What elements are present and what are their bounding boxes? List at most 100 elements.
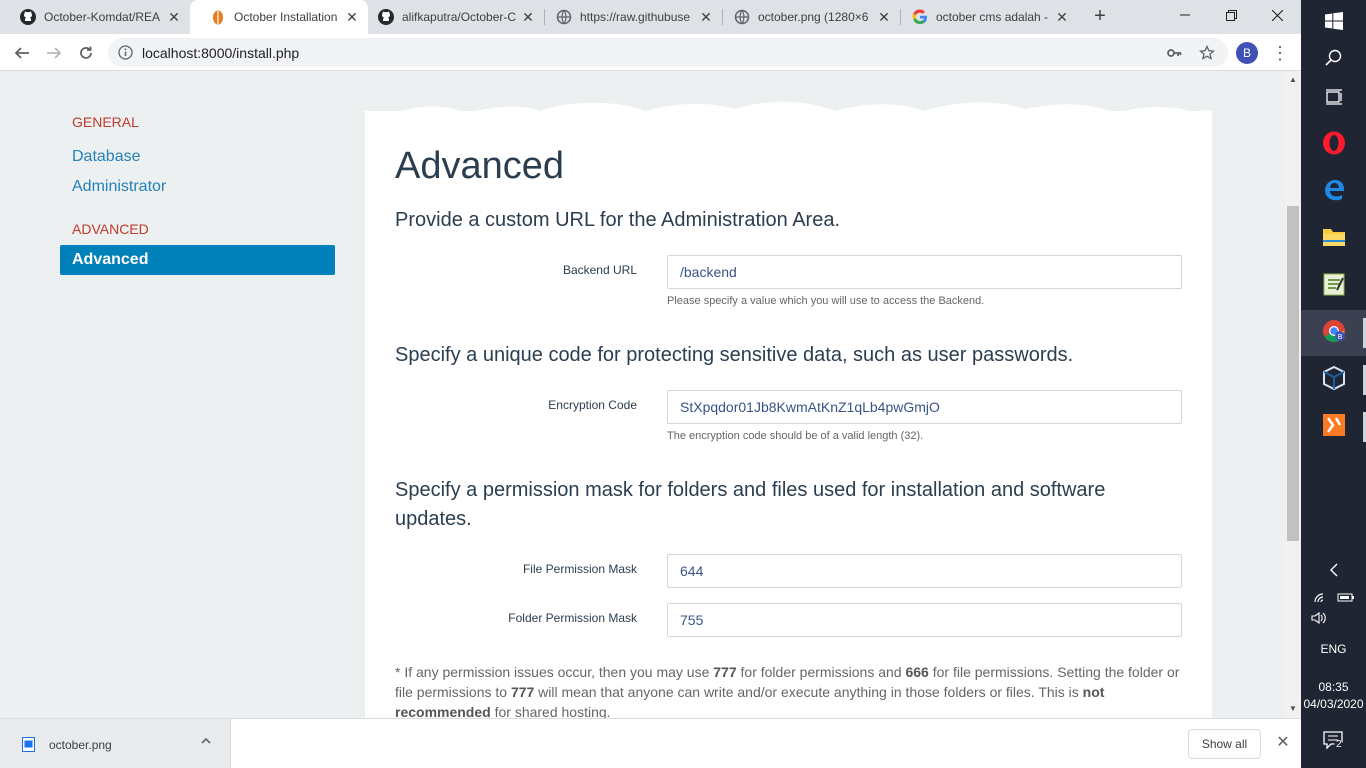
tab-title: October Installation — [234, 10, 338, 24]
taskbar-file-explorer[interactable] — [1301, 216, 1366, 262]
scroll-up-icon[interactable]: ▲ — [1288, 75, 1298, 85]
more-menu-icon[interactable]: ⋮ — [1270, 42, 1290, 64]
scroll-thumb[interactable] — [1287, 206, 1299, 541]
file-permission-label: File Permission Mask — [522, 562, 637, 576]
bookmark-star-icon[interactable] — [1198, 44, 1216, 62]
page-viewport: GENERAL Database Administrator ADVANCED … — [0, 71, 1285, 718]
minimize-button[interactable] — [1162, 0, 1208, 30]
key-icon[interactable] — [1165, 44, 1183, 62]
taskbar-chrome[interactable]: B — [1301, 310, 1366, 356]
browser-toolbar: localhost:8000/install.php B ⋮ — [0, 34, 1301, 71]
profile-avatar[interactable]: B — [1236, 42, 1258, 64]
backend-url-help: Please specify a value which you will us… — [667, 295, 985, 307]
tab-google-search[interactable]: october cms adalah - ✕ — [892, 0, 1078, 34]
file-permission-field[interactable]: 644 — [667, 554, 1182, 588]
taskbar-opera[interactable] — [1301, 122, 1366, 168]
encryption-code-field[interactable]: StXpqdor01Jb8KwmAtKnZ1qLb4pwGmjO — [667, 390, 1182, 424]
close-download-bar-icon[interactable]: ✕ — [1274, 734, 1292, 752]
close-window-button[interactable] — [1254, 0, 1300, 30]
sidebar-item-database[interactable]: Database — [72, 142, 335, 172]
volume-icon[interactable] — [1301, 611, 1366, 628]
tab-title: October-Komdat/REA — [44, 10, 161, 24]
show-hidden-icons-icon[interactable] — [1301, 563, 1366, 580]
close-tab-icon[interactable]: ✕ — [698, 9, 714, 25]
github-icon — [20, 9, 36, 25]
close-tab-icon[interactable]: ✕ — [520, 9, 536, 25]
taskbar-notepad[interactable] — [1301, 263, 1366, 309]
windows-logo-icon — [1324, 11, 1343, 35]
info-icon[interactable] — [118, 45, 133, 60]
sidebar-heading-advanced: ADVANCED — [72, 221, 149, 237]
tab-strip: October-Komdat/REA ✕ October Installatio… — [0, 0, 1301, 34]
close-tab-icon[interactable]: ✕ — [166, 9, 182, 25]
sidebar-item-advanced[interactable]: Advanced — [60, 245, 335, 275]
folder-permission-field[interactable]: 755 — [667, 603, 1182, 637]
installer-card: Advanced Provide a custom URL for the Ad… — [365, 111, 1212, 718]
tab-raw-githubusercontent[interactable]: https://raw.githubuse ✕ — [536, 0, 722, 34]
image-file-icon — [22, 737, 35, 752]
sidebar-item-administrator[interactable]: Administrator — [72, 172, 335, 202]
tab-title: october.png (1280×6 — [758, 10, 869, 24]
encryption-code-label: Encryption Code — [548, 398, 637, 412]
svg-text:B: B — [1337, 334, 1342, 341]
page-title: Advanced — [395, 145, 565, 187]
october-icon — [210, 9, 226, 25]
reload-button[interactable] — [73, 40, 99, 66]
notification-center[interactable]: 2 — [1301, 731, 1366, 754]
permission-note: * If any permission issues occur, then y… — [395, 664, 1180, 718]
tab-october-png[interactable]: october.png (1280×6 ✕ — [714, 0, 900, 34]
tab-title: october cms adalah - — [936, 10, 1049, 24]
taskbar-xampp[interactable] — [1301, 404, 1366, 450]
forward-button[interactable] — [41, 40, 67, 66]
notepad-icon — [1323, 272, 1345, 301]
url-section-heading: Provide a custom URL for the Administrat… — [395, 209, 841, 231]
windows-taskbar: B ENG 08:35 04/03/2020 2 — [1301, 0, 1366, 768]
network-battery-icons[interactable] — [1301, 590, 1366, 607]
tab-alifkaputra[interactable]: alifkaputra/October-C ✕ — [358, 0, 544, 34]
globe-icon — [556, 9, 572, 25]
chevron-up-icon[interactable] — [200, 735, 212, 750]
download-item[interactable]: october.png — [0, 719, 231, 768]
taskbar-edge[interactable] — [1301, 169, 1366, 215]
folder-permission-label: Folder Permission Mask — [508, 611, 637, 625]
globe-icon — [734, 9, 750, 25]
download-bar: october.png Show all ✕ — [0, 718, 1301, 768]
page-scrollbar[interactable]: ▲ ▼ — [1285, 71, 1301, 718]
address-bar[interactable]: localhost:8000/install.php — [108, 38, 1228, 67]
task-view-icon — [1325, 88, 1343, 111]
tab-october-installation[interactable]: October Installation ✕ — [190, 0, 368, 34]
encryption-code-help: The encryption code should be of a valid… — [667, 430, 924, 442]
back-button[interactable] — [9, 40, 35, 66]
clock-date[interactable]: 04/03/2020 — [1301, 697, 1366, 711]
search-icon — [1324, 49, 1343, 72]
input-language[interactable]: ENG — [1301, 642, 1366, 656]
new-tab-button[interactable]: + — [1090, 6, 1110, 26]
close-tab-icon[interactable]: ✕ — [1054, 9, 1070, 25]
github-icon — [378, 9, 394, 25]
tab-title: https://raw.githubuse — [580, 10, 691, 24]
virtualbox-icon — [1322, 365, 1346, 395]
installer-sidebar: GENERAL Database Administrator ADVANCED … — [60, 111, 335, 275]
taskbar-virtualbox[interactable] — [1301, 357, 1366, 403]
task-view-button[interactable] — [1301, 76, 1366, 122]
backend-url-field[interactable]: /backend — [667, 255, 1182, 289]
tab-title: alifkaputra/October-C — [402, 10, 517, 24]
opera-icon — [1322, 131, 1346, 160]
edge-icon — [1322, 178, 1346, 207]
clock-time[interactable]: 08:35 — [1301, 680, 1366, 694]
url-text: localhost:8000/install.php — [142, 45, 300, 61]
backend-url-label: Backend URL — [562, 263, 637, 277]
notification-count: 2 — [1336, 739, 1342, 750]
download-filename: october.png — [49, 738, 112, 752]
xampp-icon — [1322, 413, 1346, 442]
restore-button[interactable] — [1208, 0, 1254, 30]
close-tab-icon[interactable]: ✕ — [876, 9, 892, 25]
encryption-section-heading: Specify a unique code for protecting sen… — [395, 344, 1074, 366]
folder-icon — [1322, 226, 1346, 253]
sidebar-heading-general: GENERAL — [72, 114, 139, 130]
scroll-down-icon[interactable]: ▼ — [1288, 704, 1298, 714]
show-all-button[interactable]: Show all — [1188, 729, 1261, 759]
chrome-icon: B — [1322, 319, 1346, 348]
google-icon — [912, 9, 928, 25]
tab-october-komdat[interactable]: October-Komdat/REA ✕ — [0, 0, 190, 34]
